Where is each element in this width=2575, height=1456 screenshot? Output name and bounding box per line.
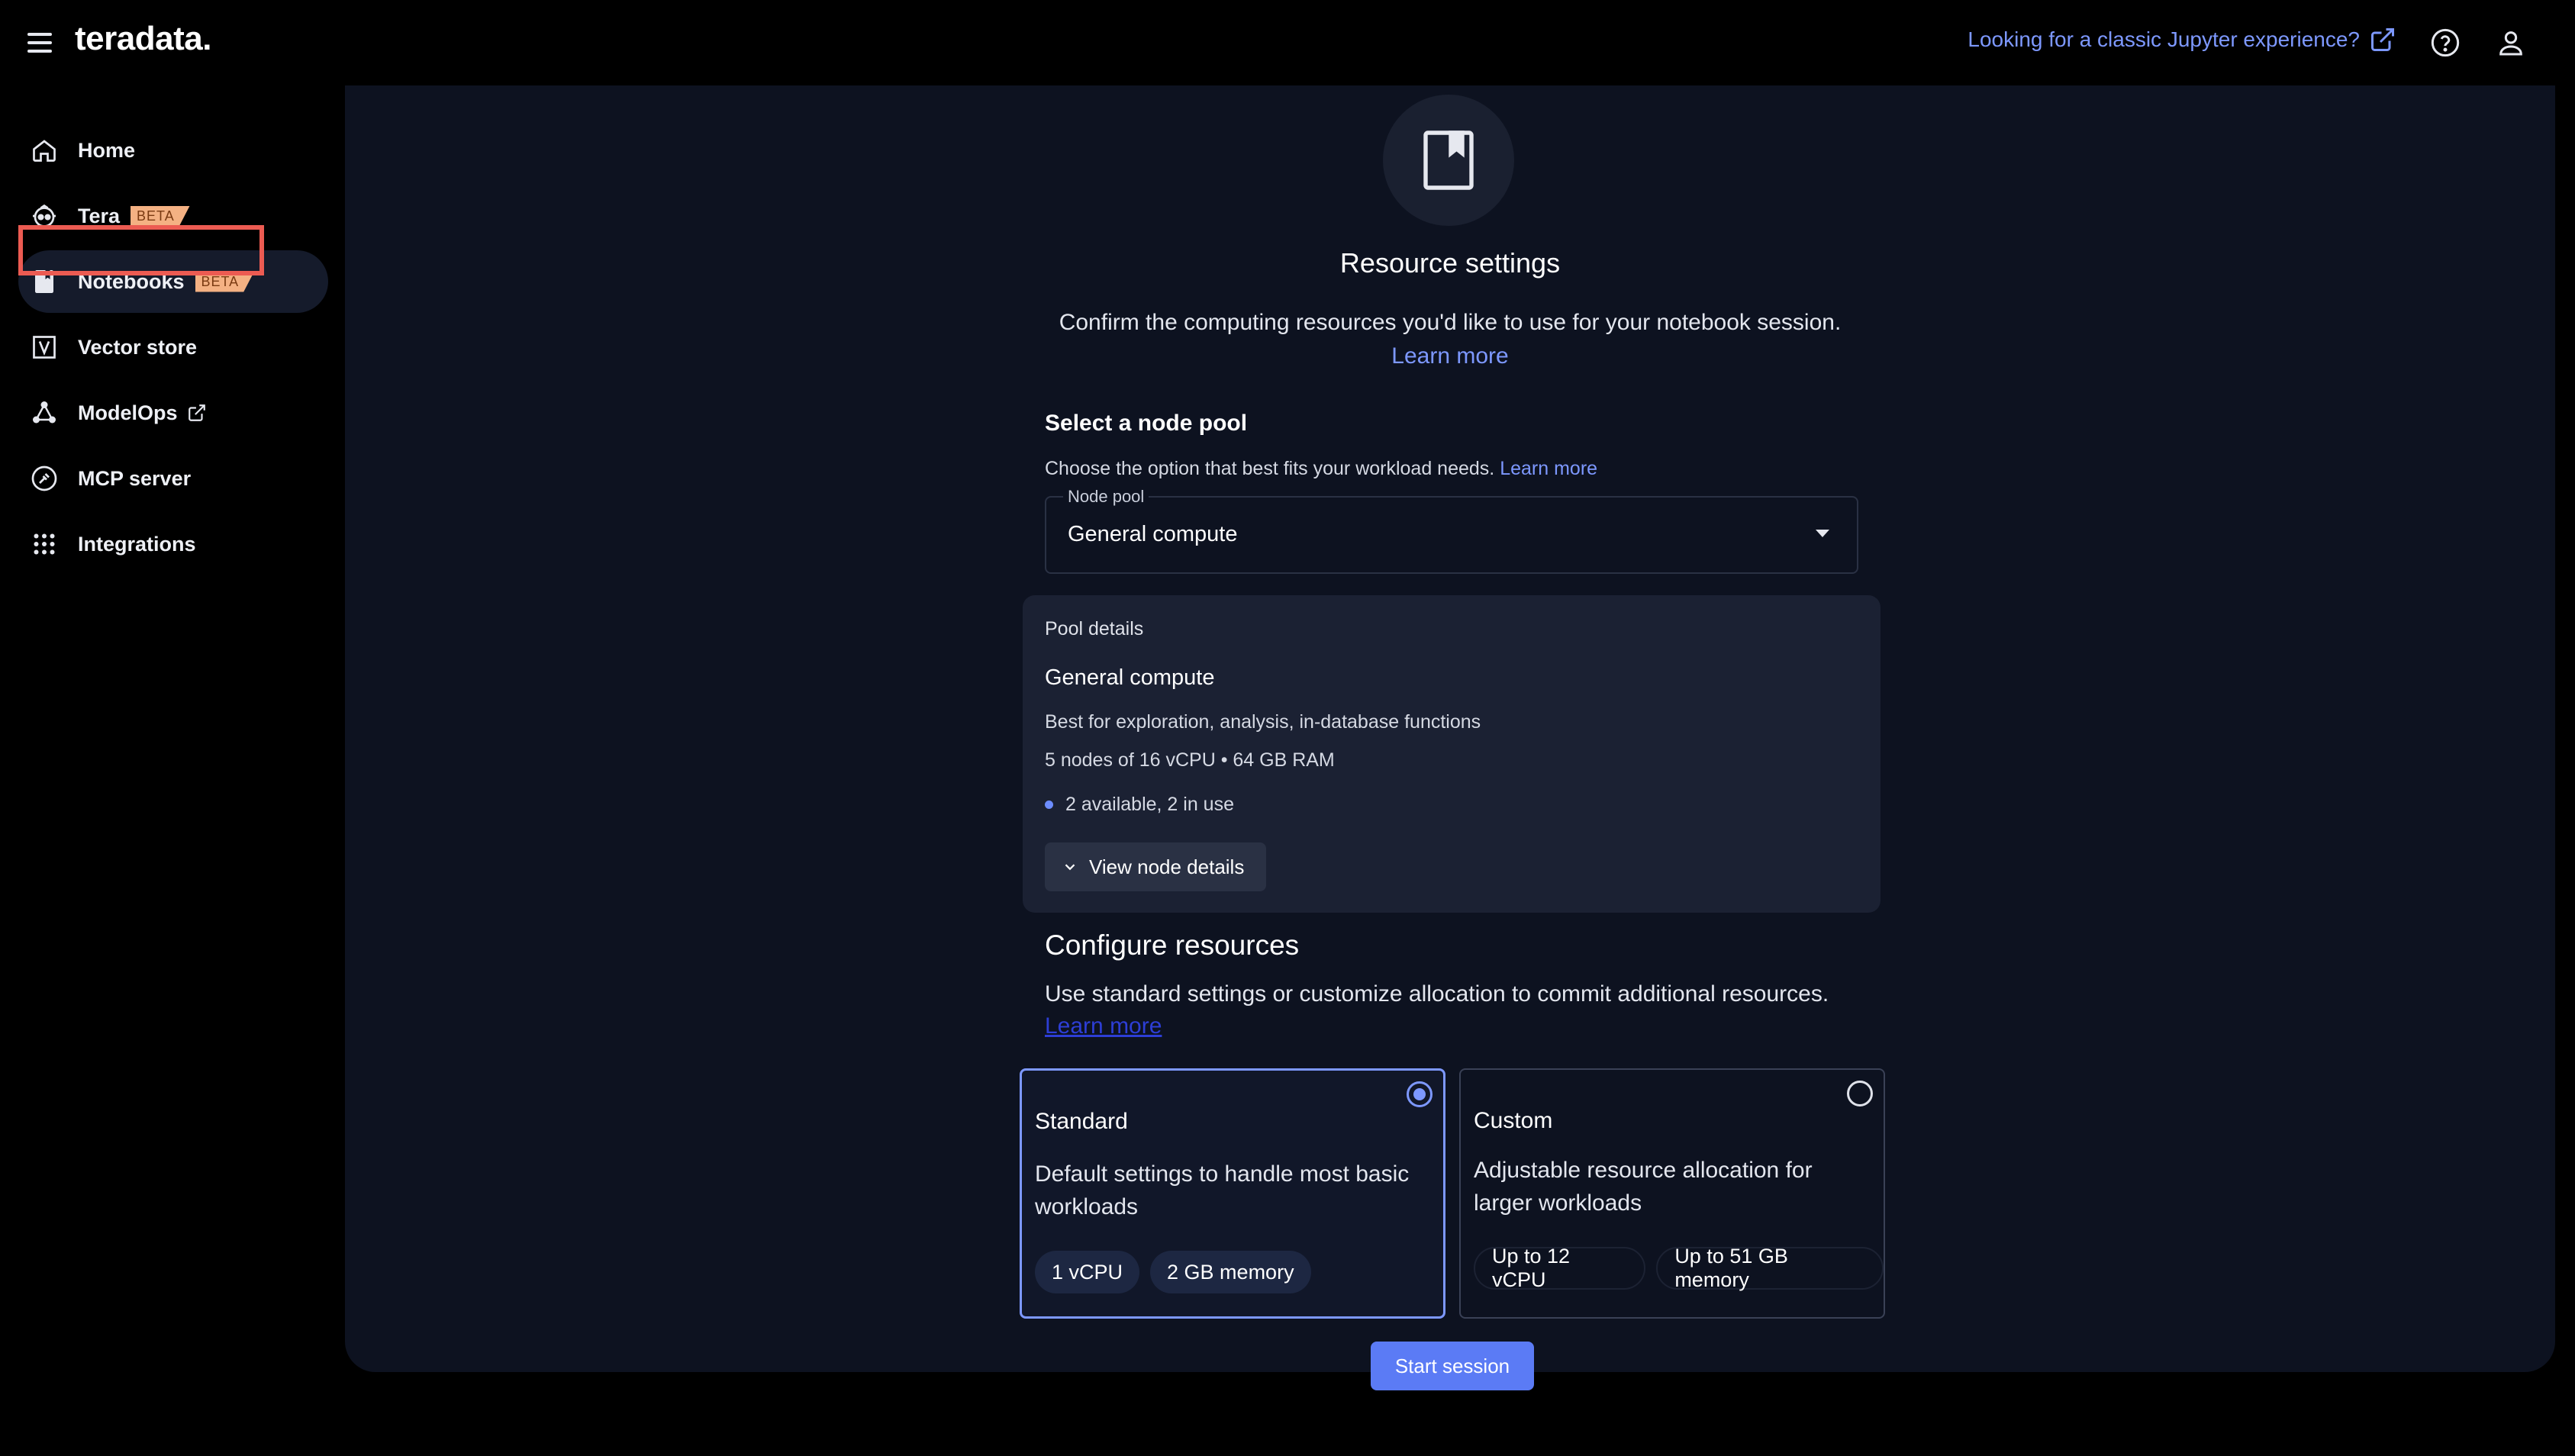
modelops-icon	[29, 398, 60, 428]
standard-option-title: Standard	[1035, 1109, 1128, 1134]
configure-resources-description: Use standard settings or customize alloc…	[1045, 981, 1829, 1007]
pool-details-card: Pool details General compute Best for ex…	[1023, 595, 1880, 913]
sidebar-item-label: MCP server	[78, 466, 192, 490]
pool-availability: 2 available, 2 in use	[1045, 794, 1234, 816]
sidebar-item-modelops[interactable]: ModelOps	[18, 382, 328, 444]
sidebar-item-mcp-server[interactable]: MCP server	[18, 447, 328, 510]
custom-radio[interactable]	[1847, 1081, 1873, 1106]
main-panel: Resource settings Confirm the computing …	[345, 85, 2555, 1390]
vcpu-chip: 1 vCPU	[1035, 1251, 1140, 1293]
learn-more-link[interactable]: Learn more	[345, 343, 2555, 369]
pool-description: Best for exploration, analysis, in-datab…	[1045, 711, 1481, 733]
page-subtitle: Confirm the computing resources you'd li…	[1059, 310, 1842, 335]
standard-option-description: Default settings to handle most basic wo…	[1035, 1161, 1410, 1219]
node-pool-select[interactable]: Node pool General compute	[1045, 487, 1858, 574]
beta-badge: BETA	[131, 205, 190, 227]
caret-down-icon	[1816, 530, 1829, 537]
external-link-icon	[2371, 28, 2394, 51]
pool-availability-text: 2 available, 2 in use	[1065, 794, 1234, 815]
sidebar-item-label: Tera	[78, 204, 121, 227]
pool-details-label: Pool details	[1045, 618, 1144, 639]
top-bar: teradata. Looking for a classic Jupyter …	[0, 0, 2575, 85]
configure-learn-more-link[interactable]: Learn more	[1045, 1013, 1162, 1039]
node-pool-learn-more-link[interactable]: Learn more	[1500, 458, 1597, 479]
notebook-icon	[1383, 95, 1514, 226]
page-title: Resource settings	[1339, 247, 1561, 279]
user-icon[interactable]	[2496, 27, 2526, 58]
start-session-button[interactable]: Start session	[1371, 1342, 1534, 1390]
mcp-icon	[29, 463, 60, 494]
vcpu-chip: Up to 12 vCPU	[1474, 1245, 1646, 1291]
teradata-logo: teradata.	[75, 20, 211, 57]
external-link-icon	[188, 404, 205, 421]
node-pool-select-label: Node pool	[1063, 487, 1149, 507]
node-pool-select-value: General compute	[1068, 522, 1238, 546]
menu-icon[interactable]	[27, 27, 58, 58]
node-pool-heading: Select a node pool	[1045, 411, 1248, 436]
classic-jupyter-link[interactable]: Looking for a classic Jupyter experience…	[1968, 26, 2396, 53]
node-pool-description-text: Choose the option that best fits your wo…	[1045, 458, 1495, 479]
chevron-down-icon	[1065, 864, 1075, 871]
classic-jupyter-label: Looking for a classic Jupyter experience…	[1968, 27, 2360, 51]
view-node-details-label: View node details	[1089, 855, 1245, 878]
sidebar-item-label: Integrations	[78, 532, 196, 556]
sidebar-item-label: ModelOps	[78, 401, 178, 424]
standard-option-chips: 1 vCPU 2 GB memory	[1035, 1251, 1311, 1293]
sidebar-item-vector-store[interactable]: Vector store	[18, 316, 328, 378]
status-dot-icon	[1045, 800, 1053, 809]
sidebar-item-label: Notebooks	[78, 269, 185, 293]
sidebar-item-label: Home	[78, 138, 136, 162]
node-pool-description: Choose the option that best fits your wo…	[1045, 458, 1597, 480]
robot-icon	[29, 201, 60, 231]
vector-icon	[29, 332, 60, 362]
sidebar-item-tera[interactable]: Tera BETA	[18, 185, 328, 247]
sidebar-item-notebooks[interactable]: Notebooks BETA	[18, 250, 328, 313]
standard-radio[interactable]	[1407, 1081, 1433, 1107]
memory-chip: 2 GB memory	[1150, 1251, 1311, 1293]
beta-badge: BETA	[195, 271, 255, 292]
memory-chip: Up to 51 GB memory	[1656, 1245, 1884, 1291]
standard-option-card[interactable]: Standard Default settings to handle most…	[1020, 1068, 1445, 1319]
sidebar-item-label: Vector store	[78, 335, 198, 359]
configure-resources-heading: Configure resources	[1045, 929, 1300, 961]
custom-option-card[interactable]: Custom Adjustable resource allocation fo…	[1459, 1068, 1885, 1319]
pool-spec: 5 nodes of 16 vCPU • 64 GB RAM	[1045, 749, 1335, 771]
help-icon[interactable]	[2430, 27, 2461, 58]
notebook-icon	[29, 266, 60, 297]
home-icon	[29, 135, 60, 166]
sidebar-item-home[interactable]: Home	[18, 119, 328, 182]
custom-option-title: Custom	[1474, 1108, 1553, 1133]
sidebar-item-integrations[interactable]: Integrations	[18, 513, 328, 575]
custom-option-chips: Up to 12 vCPU Up to 51 GB memory	[1474, 1245, 1884, 1291]
view-node-details-button[interactable]: View node details	[1045, 842, 1266, 891]
pool-name: General compute	[1045, 665, 1215, 690]
grid-icon	[29, 529, 60, 559]
custom-option-description: Adjustable resource allocation for large…	[1474, 1158, 1813, 1216]
